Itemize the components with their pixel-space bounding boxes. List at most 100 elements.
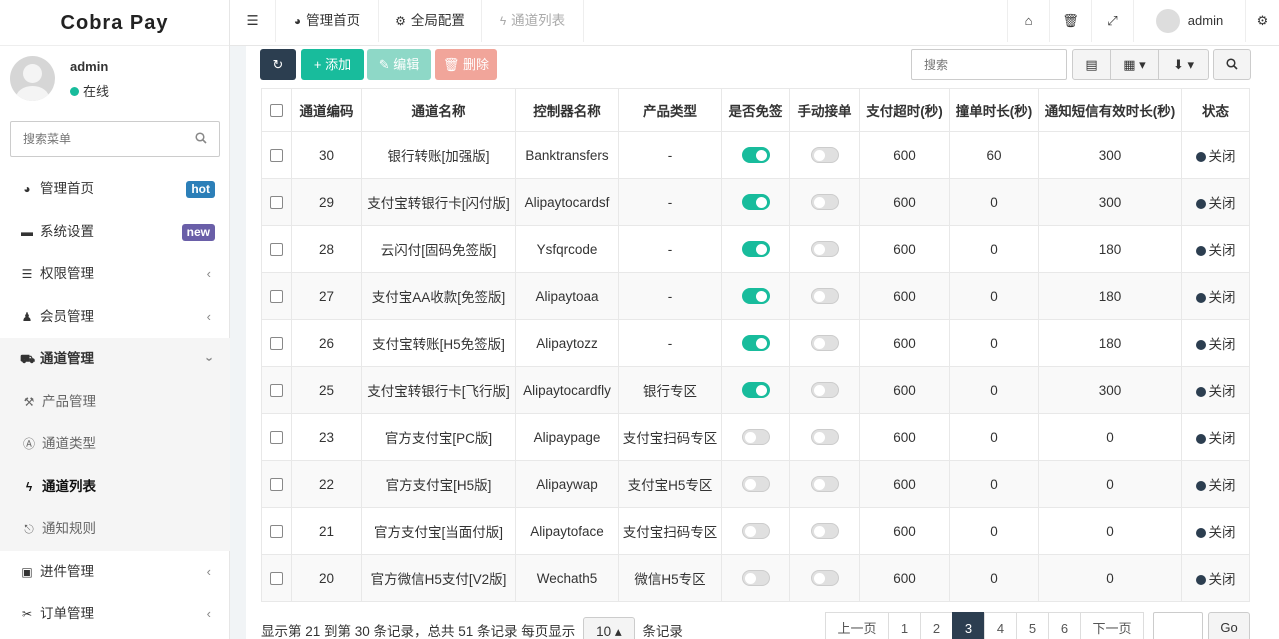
- pay-timeout-cell: 600: [859, 225, 950, 273]
- tab-global-config[interactable]: ⚙ 全局配置: [379, 0, 482, 42]
- free-sign-cell: [721, 413, 790, 461]
- column-header[interactable]: 状态: [1181, 88, 1250, 132]
- manual-order-toggle[interactable]: [810, 194, 839, 211]
- free-sign-toggle[interactable]: [741, 570, 770, 587]
- sidebar-toggle-button[interactable]: ☰: [230, 0, 276, 42]
- toggle-view-button[interactable]: ▤: [1073, 50, 1111, 79]
- sidebar-item-onboarding[interactable]: ▣ 进件管理 ‹: [0, 551, 230, 594]
- page-size-select[interactable]: 10 ▴: [583, 617, 635, 639]
- settings-button[interactable]: ⚙: [1245, 0, 1279, 42]
- sidebar-item-products[interactable]: ⚒ 产品管理: [0, 381, 230, 424]
- manual-order-toggle[interactable]: [810, 523, 839, 540]
- table-row[interactable]: 26 支付宝转账[H5免签版] Alipaytozz - 600 0 180 关闭: [261, 319, 1250, 367]
- column-header[interactable]: 支付超时(秒): [859, 88, 950, 132]
- row-checkbox[interactable]: [270, 525, 283, 539]
- table-row[interactable]: 27 支付宝AA收款[免签版] Alipaytoaa - 600 0 180 关闭: [261, 272, 1250, 320]
- delete-button[interactable]: 🗑 删除: [435, 49, 497, 80]
- clear-cache-button[interactable]: 🗑: [1049, 0, 1091, 42]
- free-sign-toggle[interactable]: [741, 288, 770, 305]
- manual-order-toggle[interactable]: [810, 476, 839, 493]
- sidebar-item-permissions[interactable]: ☰ 权限管理 ‹: [0, 253, 230, 296]
- free-sign-toggle[interactable]: [741, 382, 770, 399]
- row-checkbox[interactable]: [270, 149, 283, 163]
- page-button[interactable]: 5: [1016, 612, 1049, 639]
- manual-order-toggle[interactable]: [810, 429, 839, 446]
- row-checkbox[interactable]: [270, 290, 283, 304]
- sidebar-item-notify-rules[interactable]: ⎋ 通知规则: [0, 508, 230, 551]
- sidebar-item-members[interactable]: ♟ 会员管理 ‹: [0, 296, 230, 339]
- select-all-checkbox[interactable]: [270, 104, 283, 118]
- sidebar-item-system-settings[interactable]: ▬ 系统设置 new: [0, 211, 230, 254]
- row-checkbox[interactable]: [270, 572, 283, 586]
- row-checkbox[interactable]: [270, 478, 283, 492]
- sidebar-item-orders[interactable]: ✂ 订单管理 ‹: [0, 593, 230, 636]
- page-button[interactable]: 2: [920, 612, 953, 639]
- free-sign-toggle[interactable]: [741, 194, 770, 211]
- manual-order-toggle[interactable]: [810, 382, 839, 399]
- sidebar-item-dashboard[interactable]: ◕ 管理首页 hot: [0, 168, 230, 211]
- status-label: 关闭: [1208, 290, 1236, 305]
- table-search[interactable]: [911, 49, 1067, 80]
- sidebar-item-channel-list[interactable]: ϟ 通道列表: [0, 466, 230, 509]
- columns-button[interactable]: ▦ ▾: [1111, 50, 1159, 79]
- column-header[interactable]: 是否免签: [721, 88, 790, 132]
- table-row[interactable]: 25 支付宝转银行卡[飞行版] Alipaytocardfly 银行专区 600 0 300…: [261, 366, 1250, 414]
- chevron-left-icon: ‹: [206, 563, 211, 579]
- free-sign-toggle[interactable]: [741, 335, 770, 352]
- free-sign-toggle[interactable]: [741, 523, 770, 540]
- table-row[interactable]: 29 支付宝转银行卡[闪付版] Alipaytocardsf - 600 0 300 关闭: [261, 178, 1250, 226]
- add-button[interactable]: + 添加: [301, 49, 364, 80]
- table-row[interactable]: 28 云闪付[固码免签版] Ysfqrcode - 600 0 180 关闭: [261, 225, 1250, 273]
- sidebar-item-channel-types[interactable]: Ⓐ 通道类型: [0, 423, 230, 466]
- menu-search-input[interactable]: [11, 122, 181, 156]
- column-header[interactable]: 撞单时长(秒): [949, 88, 1039, 132]
- tab-dashboard[interactable]: ◕ 管理首页: [276, 0, 379, 42]
- column-header[interactable]: 控制器名称: [515, 88, 619, 132]
- table-row[interactable]: 23 官方支付宝[PC版] Alipaypage 支付宝扫码专区 600 0 0 关闭: [261, 413, 1250, 461]
- manual-order-toggle[interactable]: [810, 570, 839, 587]
- table-row[interactable]: 30 银行转账[加强版] Banktransfers - 600 60 300 关闭: [261, 131, 1250, 179]
- user-menu[interactable]: admin: [1133, 0, 1245, 42]
- tab-channel-list[interactable]: ϟ 通道列表: [482, 0, 584, 42]
- sidebar-item-channel-management[interactable]: ⛟ 通道管理 ›: [0, 338, 230, 381]
- table-search-input[interactable]: [912, 50, 1062, 79]
- search-icon[interactable]: [195, 132, 207, 147]
- manual-order-toggle[interactable]: [810, 147, 839, 164]
- row-checkbox[interactable]: [270, 337, 283, 351]
- table-row[interactable]: 22 官方支付宝[H5版] Alipaywap 支付宝H5专区 600 0 0 关闭: [261, 460, 1250, 508]
- page-button[interactable]: 1: [888, 612, 921, 639]
- next-page-button[interactable]: 下一页: [1080, 612, 1144, 639]
- row-checkbox[interactable]: [270, 243, 283, 257]
- app-logo[interactable]: Cobra Pay: [0, 0, 229, 46]
- manual-order-toggle[interactable]: [810, 241, 839, 258]
- manual-order-toggle[interactable]: [810, 288, 839, 305]
- column-header[interactable]: 通知短信有效时长(秒): [1038, 88, 1182, 132]
- page-button[interactable]: 6: [1048, 612, 1081, 639]
- prev-page-button[interactable]: 上一页: [825, 612, 889, 639]
- export-button[interactable]: ⬇ ▾: [1159, 50, 1208, 79]
- page-button[interactable]: 4: [984, 612, 1017, 639]
- table-row[interactable]: 20 官方微信H5支付[V2版] Wechath5 微信H5专区 600 0 0 关闭: [261, 554, 1250, 602]
- edit-button[interactable]: ✎ 编辑: [367, 49, 431, 80]
- advanced-search-button[interactable]: [1213, 49, 1251, 80]
- row-checkbox[interactable]: [270, 431, 283, 445]
- page-button-current[interactable]: 3: [952, 612, 985, 639]
- row-checkbox[interactable]: [270, 196, 283, 210]
- column-header[interactable]: 通道编码: [291, 88, 362, 132]
- goto-page-button[interactable]: Go: [1208, 612, 1250, 639]
- free-sign-toggle[interactable]: [741, 147, 770, 164]
- column-header[interactable]: 产品类型: [618, 88, 722, 132]
- fullscreen-button[interactable]: ⤢: [1091, 0, 1133, 42]
- row-checkbox[interactable]: [270, 384, 283, 398]
- sidebar-search[interactable]: [10, 121, 220, 157]
- free-sign-toggle[interactable]: [741, 429, 770, 446]
- goto-page-input[interactable]: [1153, 612, 1203, 639]
- free-sign-toggle[interactable]: [741, 476, 770, 493]
- column-header[interactable]: 通道名称: [361, 88, 516, 132]
- home-button[interactable]: ⌂: [1007, 0, 1049, 42]
- table-row[interactable]: 21 官方支付宝[当面付版] Alipaytoface 支付宝扫码专区 600 0 0 关闭: [261, 507, 1250, 555]
- manual-order-toggle[interactable]: [810, 335, 839, 352]
- refresh-button[interactable]: ↻: [260, 49, 296, 80]
- column-header[interactable]: 手动接单: [789, 88, 860, 132]
- free-sign-toggle[interactable]: [741, 241, 770, 258]
